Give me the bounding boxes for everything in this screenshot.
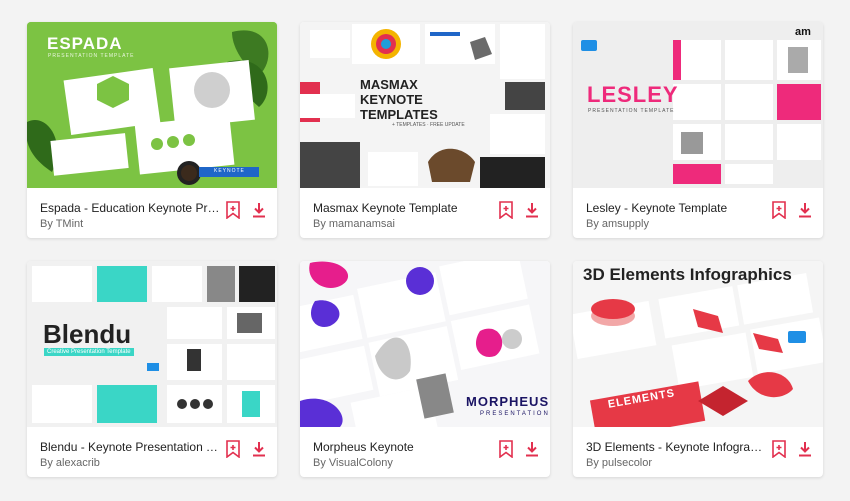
template-title[interactable]: Lesley - Keynote Template: [586, 201, 766, 215]
thumbnail-badge: KEYNOTE: [214, 168, 245, 174]
template-author[interactable]: By mamanamsai: [313, 218, 395, 230]
thumbnail-headline: MASMAX KEYNOTE TEMPLATES: [360, 77, 438, 122]
template-card[interactable]: 3D Elements Infographics ELEMENTS 3D Ele…: [573, 261, 823, 477]
download-icon[interactable]: [251, 440, 267, 458]
thumbnail-headline: ESPADA: [47, 34, 123, 53]
thumbnail-subtitle: PRESENTATION TEMPLATE: [48, 53, 135, 59]
thumbnail-headline: 3D Elements Infographics: [583, 265, 792, 284]
template-title[interactable]: Morpheus Keynote: [313, 440, 493, 454]
bookmark-add-icon[interactable]: [225, 440, 241, 458]
thumbnail-subtitle: Creative Presentation Template: [44, 348, 134, 356]
thumbnail-subtitle: PRESENTATION TEMPLATE: [588, 108, 675, 114]
thumbnail-headline: MORPHEUS: [466, 394, 550, 409]
bookmark-add-icon[interactable]: [225, 201, 241, 219]
template-author[interactable]: By TMint: [40, 218, 83, 230]
template-thumbnail[interactable]: Blendu Creative Presentation Template: [27, 261, 277, 427]
thumbnail-subtitle: + TEMPLATES · FREE UPDATE: [392, 122, 465, 128]
download-icon[interactable]: [251, 201, 267, 219]
card-actions: [498, 440, 540, 458]
template-card[interactable]: MORPHEUS PRESENTATION Morpheus Keynote B…: [300, 261, 550, 477]
template-thumbnail[interactable]: MASMAX KEYNOTE TEMPLATES + TEMPLATES · F…: [300, 22, 550, 188]
card-footer: Morpheus Keynote By VisualColony: [300, 427, 550, 477]
card-actions: [498, 201, 540, 219]
template-author[interactable]: By pulsecolor: [586, 457, 652, 469]
template-thumbnail[interactable]: MORPHEUS PRESENTATION: [300, 261, 550, 427]
thumbnail-headline: LESLEY: [587, 82, 679, 107]
download-icon[interactable]: [524, 201, 540, 219]
template-author[interactable]: By VisualColony: [313, 457, 393, 469]
template-title[interactable]: Blendu - Keynote Presentation Te…: [40, 440, 220, 454]
template-grid: ESPADA PRESENTATION TEMPLATE KEYNOTE Esp…: [0, 0, 850, 501]
card-footer: Espada - Education Keynote Pres… By TMin…: [27, 188, 277, 238]
card-actions: [771, 201, 813, 219]
card-footer: 3D Elements - Keynote Infographi… By pul…: [573, 427, 823, 477]
template-card[interactable]: am LESLEY PRESENTATION TEMPLATE Lesley -…: [573, 22, 823, 238]
thumbnail-headline: Blendu: [43, 319, 132, 349]
card-actions: [771, 440, 813, 458]
thumbnail-logo: am: [795, 26, 811, 38]
bookmark-add-icon[interactable]: [771, 440, 787, 458]
card-actions: [225, 201, 267, 219]
card-footer: Masmax Keynote Template By mamanamsai: [300, 188, 550, 238]
download-icon[interactable]: [797, 201, 813, 219]
bookmark-add-icon[interactable]: [498, 440, 514, 458]
template-thumbnail[interactable]: 3D Elements Infographics ELEMENTS: [573, 261, 823, 427]
template-author[interactable]: By alexacrib: [40, 457, 100, 469]
bookmark-add-icon[interactable]: [771, 201, 787, 219]
template-card[interactable]: MASMAX KEYNOTE TEMPLATES + TEMPLATES · F…: [300, 22, 550, 238]
card-footer: Lesley - Keynote Template By amsupply: [573, 188, 823, 238]
template-card[interactable]: ESPADA PRESENTATION TEMPLATE KEYNOTE Esp…: [27, 22, 277, 238]
card-actions: [225, 440, 267, 458]
template-title[interactable]: Masmax Keynote Template: [313, 201, 493, 215]
template-thumbnail[interactable]: ESPADA PRESENTATION TEMPLATE KEYNOTE: [27, 22, 277, 188]
template-card[interactable]: Blendu Creative Presentation Template Bl…: [27, 261, 277, 477]
card-footer: Blendu - Keynote Presentation Te… By ale…: [27, 427, 277, 477]
template-thumbnail[interactable]: am LESLEY PRESENTATION TEMPLATE: [573, 22, 823, 188]
template-title[interactable]: 3D Elements - Keynote Infographi…: [586, 440, 766, 454]
bookmark-add-icon[interactable]: [498, 201, 514, 219]
template-title[interactable]: Espada - Education Keynote Pres…: [40, 201, 220, 215]
download-icon[interactable]: [797, 440, 813, 458]
download-icon[interactable]: [524, 440, 540, 458]
template-author[interactable]: By amsupply: [586, 218, 649, 230]
thumbnail-subtitle: PRESENTATION: [480, 411, 550, 417]
